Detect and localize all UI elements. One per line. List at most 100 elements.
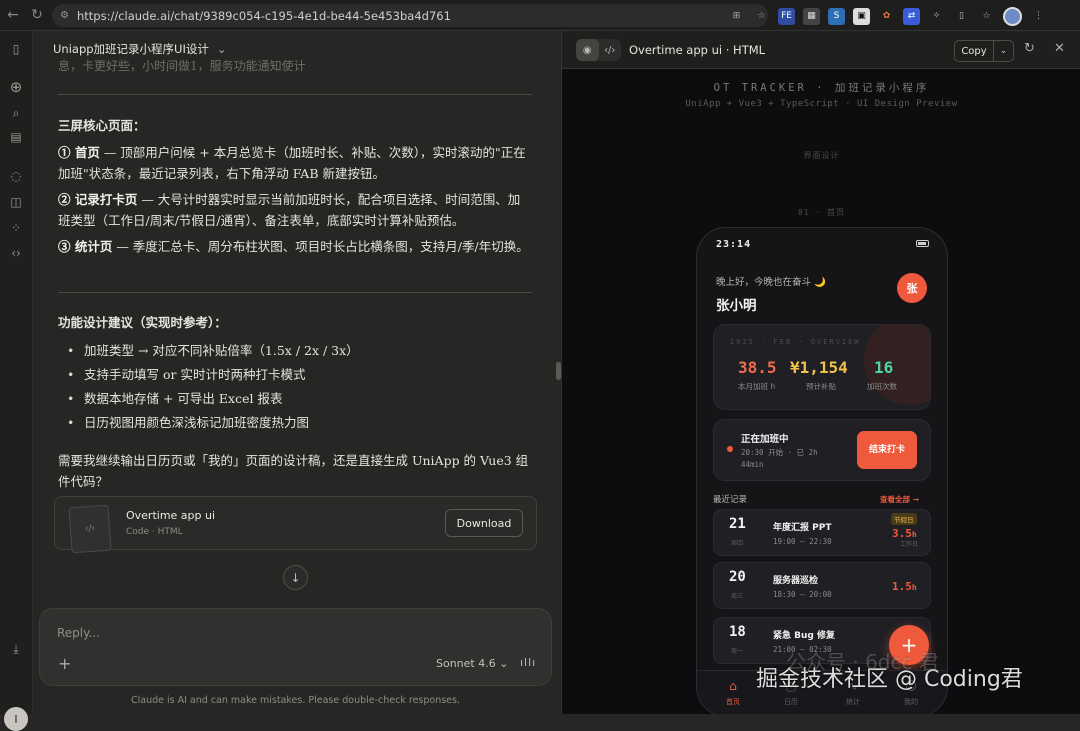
chevron-down-icon: ⌄ xyxy=(216,42,227,56)
reload-icon[interactable]: ↻ xyxy=(26,4,48,26)
app-tech-stack: UniApp + Vue3 + TypeScript · UI Design P… xyxy=(685,99,958,109)
live-title: 正在加班中 xyxy=(741,434,789,445)
site-info-icon[interactable]: ⚙ xyxy=(60,10,69,21)
live-elapsed: 20:30 开始 · 已 2h 44min xyxy=(741,448,818,469)
chevron-down-icon[interactable]: ⌄ xyxy=(994,40,1014,62)
model-selector[interactable]: Sonnet 4.6 ⌄ xyxy=(436,657,508,670)
projects-icon[interactable]: ▤ xyxy=(7,128,25,146)
stat-count: 16 xyxy=(874,358,894,377)
view-all-link[interactable]: 查看全部 → xyxy=(880,494,919,505)
menu-dots-icon[interactable]: ⋮ xyxy=(1030,8,1047,25)
chat-title[interactable]: Uniapp加班记录小程序UI设计 ⌄ xyxy=(53,41,227,57)
greeting: 晚上好，今晚也在奋斗 🌙 xyxy=(716,277,826,288)
extension-square-icon[interactable]: ▣ xyxy=(853,7,870,25)
scroll-down-icon[interactable]: ↓ xyxy=(283,565,308,590)
extensions-row: ⊞ ☆ FE ▦ S ▣ ✿ ⇄ ✧ ▯ ☆ ⋮ xyxy=(728,6,1047,26)
extension-translate-icon[interactable]: ⇄ xyxy=(903,7,920,25)
record-title: 紧急 Bug 修复 xyxy=(773,631,835,641)
record-time: 18:30 – 20:00 xyxy=(773,590,832,599)
tab-home[interactable]: ⌂ 首页 xyxy=(713,679,753,707)
screen1-label: ① 首页 xyxy=(58,145,100,160)
chats-icon[interactable]: ◌ xyxy=(7,167,25,185)
list-item: 数据本地存储 + 可导出 Excel 报表 xyxy=(58,387,538,411)
profile-avatar[interactable] xyxy=(1003,6,1022,26)
screens-heading: 三屏核心页面： xyxy=(58,118,146,133)
record-badge: 节假日 xyxy=(891,513,917,525)
add-attachment-icon[interactable]: + xyxy=(58,654,71,673)
preview-eye-icon[interactable]: ◉ xyxy=(576,39,599,61)
reply-composer[interactable]: Reply... + Sonnet 4.6 ⌄ ıllı xyxy=(39,608,552,686)
download-app-icon[interactable]: ⤓ xyxy=(7,640,25,658)
bookmark-star-icon[interactable]: ☆ xyxy=(753,8,770,25)
code-view-icon[interactable]: ‹/› xyxy=(599,39,622,61)
watermark: 公众号 · 6dcc 君 掘金技术社区 @ Coding君 xyxy=(756,650,1076,702)
record-weekday: 周一 xyxy=(731,648,744,655)
list-item: 支持手动填写 or 实时计时两种打卡模式 xyxy=(58,363,538,387)
screen2-paragraph: ② 记录打卡页 — 大号计时器实时显示当前加班时长，配合项目选择、时间范围、加班… xyxy=(58,189,532,231)
view-toggle[interactable]: ◉ ‹/› xyxy=(576,39,621,61)
back-icon[interactable]: ← xyxy=(2,4,24,26)
record-item[interactable]: 21 周四 年度汇报 PPT 19:00 – 22:30 3.5h 节假日 工作… xyxy=(713,509,931,556)
records-heading: 最近记录 xyxy=(713,495,748,505)
end-clockin-button[interactable]: 结束打卡 xyxy=(857,431,917,469)
record-time: 19:00 – 22:30 xyxy=(773,537,832,546)
new-chat-icon[interactable]: ⊕ xyxy=(7,78,25,96)
record-type: 工作日 xyxy=(900,541,919,548)
sidebar-toggle-icon[interactable]: ▯ xyxy=(7,40,25,58)
artifact-file-card[interactable]: ‹/› Overtime app ui Code · HTML Download xyxy=(54,496,537,554)
avatar[interactable]: 张 xyxy=(897,273,927,303)
extension-flower-icon[interactable]: ✿ xyxy=(878,8,895,25)
stat-count-label: 加班次数 xyxy=(867,382,897,391)
home-icon: ⌂ xyxy=(729,679,737,693)
artifact-header: ◉ ‹/› Overtime app ui · HTML Copy ⌄ ↻ ✕ xyxy=(562,31,1080,69)
download-button[interactable]: Download xyxy=(445,509,523,537)
extension-fe-icon[interactable]: FE xyxy=(778,7,795,25)
address-bar[interactable]: ⚙ https://claude.ai/chat/9389c054-c195-4… xyxy=(52,4,768,27)
live-status-card: 正在加班中 20:30 开始 · 已 2h 44min 结束打卡 xyxy=(713,419,931,481)
chat-pane: Uniapp加班记录小程序UI设计 ⌄ 息，卡更好些，小时间做1，服务功能通知使计… xyxy=(33,31,558,714)
stat-hours-label: 本月加班 h xyxy=(738,382,776,391)
artifact-panel: ◉ ‹/› Overtime app ui · HTML Copy ⌄ ↻ ✕ … xyxy=(561,31,1080,714)
refresh-icon[interactable]: ↻ xyxy=(1024,41,1035,56)
voice-mode-icon[interactable]: ıllı xyxy=(520,656,536,669)
list-item: 加班类型 → 对应不同补贴倍率（1.5x / 2x / 3x） xyxy=(58,339,538,363)
favorites-icon[interactable]: ☆ xyxy=(978,8,995,25)
user-avatar[interactable]: I xyxy=(4,707,28,731)
file-name: Overtime app ui xyxy=(126,509,216,522)
app-brand: OT TRACKER · 加班记录小程序 xyxy=(713,82,930,94)
apps-icon[interactable]: ⊞ xyxy=(728,8,745,25)
advice-heading: 功能设计建议（实现时参考）： xyxy=(58,315,227,330)
search-icon[interactable]: ⌕ xyxy=(7,104,25,122)
stat-allowance-label: 预计补贴 xyxy=(806,382,836,391)
disclaimer: Claude is AI and can make mistakes. Plea… xyxy=(130,695,460,706)
screen1-paragraph: ① 首页 — 顶部用户问候 + 本月总览卡（加班时长、补贴、次数），实时滚动的"… xyxy=(58,142,532,184)
screen3-paragraph: ③ 统计页 — 季度汇总卡、周分布柱状图、项目时长占比横条图，支持月/季/年切换… xyxy=(58,236,532,257)
code-icon[interactable]: ‹› xyxy=(7,244,25,262)
tab-label: 首页 xyxy=(726,698,740,706)
followup-question: 需要我继续输出日历页或「我的」页面的设计稿，还是直接生成 UniApp 的 Vu… xyxy=(58,453,529,489)
reply-input[interactable]: Reply... xyxy=(57,626,100,640)
left-rail: ▯ ⊕ ⌕ ▤ ◌ ◫ ⁘ ‹› ⤓ I xyxy=(0,31,33,731)
extension-s-icon[interactable]: S xyxy=(828,7,845,25)
screen2-label: ② 记录打卡页 xyxy=(58,192,138,207)
battery-icon xyxy=(916,240,929,247)
sidebar-toggle-icon[interactable]: ▯ xyxy=(953,8,970,25)
close-icon[interactable]: ✕ xyxy=(1054,41,1065,56)
artifacts-icon[interactable]: ◫ xyxy=(7,193,25,211)
divider xyxy=(58,94,532,95)
overview-tag: 2025 · FEB · OVERVIEW xyxy=(730,338,861,346)
copy-button[interactable]: Copy xyxy=(954,40,994,62)
record-weekday: 周三 xyxy=(731,593,744,600)
extension-qr-icon[interactable]: ▦ xyxy=(803,7,820,25)
record-item[interactable]: 20 周三 服务器巡检 18:30 – 20:00 1.5h xyxy=(713,562,931,609)
url-text: https://claude.ai/chat/9389c054-c195-4e1… xyxy=(76,8,451,23)
watermark-faded: 公众号 · 6dcc 君 xyxy=(786,650,939,674)
record-hours-unit: h xyxy=(911,530,917,539)
record-hours-value: 1.5 xyxy=(892,580,912,593)
phone-mockup: 23:14 晚上好，今晚也在奋斗 🌙 张小明 张 2025 · FEB · OV… xyxy=(696,227,948,714)
record-weekday: 周四 xyxy=(731,540,744,547)
screen1-text: — 顶部用户问候 + 本月总览卡（加班时长、补贴、次数），实时滚动的"正在加班"… xyxy=(58,145,526,181)
stat-allowance: ¥1,154 xyxy=(790,358,848,377)
extensions-puzzle-icon[interactable]: ✧ xyxy=(928,8,945,25)
apps-grid-icon[interactable]: ⁘ xyxy=(7,219,25,237)
